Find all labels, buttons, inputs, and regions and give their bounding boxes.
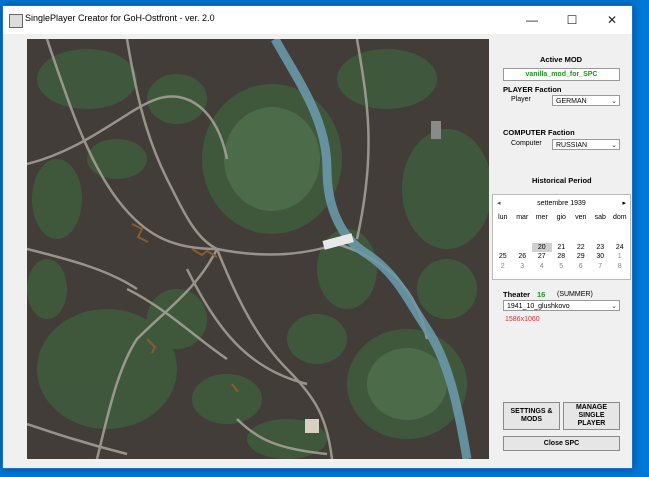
player-faction-select[interactable]: GERMAN ⌄ <box>552 95 620 106</box>
calendar-day[interactable]: 1 <box>610 252 630 262</box>
weekday-label: lun <box>498 214 508 221</box>
calendar-day[interactable]: 7 <box>591 262 611 272</box>
computer-faction-label: COMPUTER Faction <box>503 128 575 137</box>
calendar-month: settembre 1939 <box>537 200 586 207</box>
close-spc-button[interactable]: Close SPC <box>503 436 620 451</box>
weekday-label: mar <box>516 214 529 221</box>
chevron-down-icon: ⌄ <box>611 98 617 105</box>
theater-label: Theater <box>503 290 531 299</box>
weekday-label: sab <box>594 214 606 221</box>
date-calendar[interactable]: ◂ settembre 1939 ▸ lun mar mer gio ven s… <box>492 194 631 280</box>
calendar-day[interactable]: 23 <box>591 243 611 253</box>
weekday-label: dom <box>612 214 627 221</box>
calendar-day[interactable]: 30 <box>591 252 611 262</box>
map-preview[interactable] <box>27 39 489 459</box>
calendar-day[interactable]: 6 <box>571 262 591 272</box>
player-faction-value: GERMAN <box>556 98 587 105</box>
theater-season: (SUMMER) <box>557 291 593 298</box>
theater-select[interactable]: 1941_10_glushkovo ⌄ <box>503 300 620 311</box>
active-mod-field: vanilla_mod_for_SPC <box>503 68 620 81</box>
map-terrain <box>27 39 489 459</box>
weekday-label: mer <box>535 214 548 221</box>
calendar-day[interactable]: 24 <box>610 243 630 253</box>
calendar-day[interactable]: 3 <box>513 262 533 272</box>
computer-faction-value: RUSSIAN <box>556 142 588 149</box>
calendar-day[interactable]: 26 <box>513 252 533 262</box>
control-panel: Active MOD vanilla_mod_for_SPC PLAYER Fa… <box>489 34 632 468</box>
theater-number: 16 <box>537 290 546 299</box>
calendar-day[interactable]: 29 <box>571 252 591 262</box>
active-mod-label: Active MOD <box>540 55 583 64</box>
calendar-day[interactable]: 2 <box>493 262 513 272</box>
calendar-day[interactable]: 25 <box>493 252 513 262</box>
manage-single-player-button[interactable]: MANAGE SINGLE PLAYER <box>563 402 620 430</box>
title-bar[interactable]: SinglePlayer Creator for GoH-Ostfront - … <box>3 6 632 34</box>
calendar-grid: lun mar mer gio ven sab dom 20 21 22 23 … <box>493 213 630 271</box>
computer-faction-select[interactable]: RUSSIAN ⌄ <box>552 139 620 150</box>
close-window-button[interactable]: ✕ <box>592 6 632 34</box>
minimize-button[interactable]: — <box>512 6 552 34</box>
maximize-button[interactable]: ☐ <box>552 6 592 34</box>
calendar-day[interactable] <box>513 243 533 253</box>
historical-period-label: Historical Period <box>532 176 592 185</box>
calendar-day[interactable] <box>493 243 513 253</box>
player-faction-label: PLAYER Faction <box>503 85 562 94</box>
calendar-day-selected[interactable]: 20 <box>532 242 552 252</box>
computer-label: Computer <box>511 140 542 147</box>
chevron-down-icon: ⌄ <box>611 142 617 149</box>
calendar-day[interactable]: 22 <box>571 243 591 253</box>
calendar-day[interactable]: 28 <box>552 252 572 262</box>
map-size-text: 1586x1060 <box>505 316 540 323</box>
calendar-spacer <box>493 223 630 243</box>
calendar-day[interactable]: 27 <box>532 252 552 262</box>
calendar-weekday-row: lun mar mer gio ven sab dom <box>493 213 630 223</box>
calendar-week: 2 3 4 5 6 7 8 <box>493 262 630 272</box>
app-window: SinglePlayer Creator for GoH-Ostfront - … <box>2 5 633 469</box>
weekday-label: gio <box>556 214 566 221</box>
chevron-down-icon: ⌄ <box>611 303 617 310</box>
calendar-day[interactable]: 8 <box>610 262 630 272</box>
player-label: Player <box>511 96 531 103</box>
calendar-day[interactable]: 21 <box>552 243 572 253</box>
calendar-day[interactable]: 4 <box>532 262 552 272</box>
weekday-label: ven <box>575 214 587 221</box>
window-title: SinglePlayer Creator for GoH-Ostfront - … <box>25 13 215 23</box>
calendar-day[interactable]: 5 <box>552 262 572 272</box>
theater-value: 1941_10_glushkovo <box>507 303 570 310</box>
calendar-week: 20 21 22 23 24 <box>493 242 630 253</box>
calendar-next-icon[interactable]: ▸ <box>622 199 626 207</box>
app-icon <box>9 14 23 28</box>
settings-mods-button[interactable]: SETTINGS & MODS <box>503 402 560 430</box>
calendar-week: 25 26 27 28 29 30 1 <box>493 252 630 262</box>
